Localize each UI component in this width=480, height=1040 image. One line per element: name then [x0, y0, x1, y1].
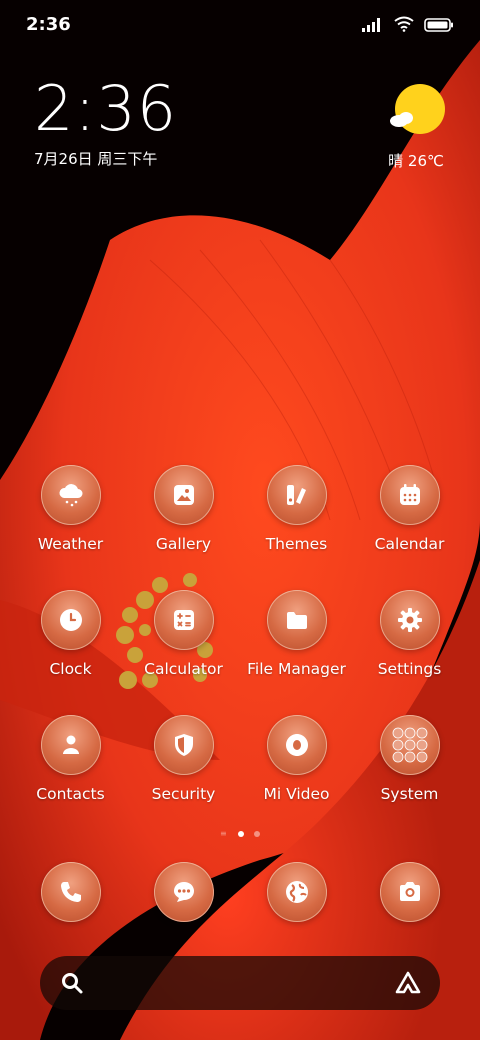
message-icon	[153, 862, 214, 922]
palette-icon	[266, 465, 327, 525]
app-label: Weather	[37, 535, 104, 553]
signal-icon	[362, 17, 384, 36]
clock-time: 2:36	[34, 72, 178, 145]
weather-text: 晴 26℃	[388, 152, 444, 170]
search-bar[interactable]	[40, 956, 440, 1010]
app-label: Security	[151, 785, 216, 803]
app-label: Calendar	[374, 535, 445, 553]
image-icon	[153, 465, 214, 525]
app-calculator[interactable]: Calculator	[127, 590, 240, 678]
folder-icon	[266, 590, 327, 650]
app-label: File Manager	[247, 660, 346, 678]
app-label: Mi Video	[263, 785, 330, 803]
page-indicator[interactable]: ≡	[0, 830, 480, 838]
clock-icon	[40, 590, 101, 650]
app-label: Calculator	[144, 660, 223, 678]
calculator-icon	[153, 590, 214, 650]
app-themes[interactable]: Themes	[240, 465, 353, 553]
camera-icon	[379, 862, 440, 922]
app-label: Settings	[377, 660, 442, 678]
app-system-folder[interactable]: System	[353, 715, 466, 803]
clock-widget[interactable]: 2:36 7月26日 周三下午	[34, 78, 177, 169]
app-file-manager[interactable]: File Manager	[240, 590, 353, 678]
browser-icon	[266, 862, 327, 922]
app-security[interactable]: Security	[127, 715, 240, 803]
app-gallery[interactable]: Gallery	[127, 465, 240, 553]
app-mi-video[interactable]: Mi Video	[240, 715, 353, 803]
gear-icon	[379, 590, 440, 650]
page-dot-active	[238, 831, 244, 837]
battery-icon	[424, 17, 454, 36]
app-label: Themes	[265, 535, 328, 553]
app-weather[interactable]: Weather	[14, 465, 127, 553]
dock-browser[interactable]	[240, 862, 353, 922]
calendar-icon	[379, 465, 440, 525]
dock-phone[interactable]	[14, 862, 127, 922]
app-clock[interactable]: Clock	[14, 590, 127, 678]
folder-grid-icon	[379, 715, 440, 775]
page-dot	[254, 831, 260, 837]
app-calendar[interactable]: Calendar	[353, 465, 466, 553]
app-settings[interactable]: Settings	[353, 590, 466, 678]
app-label: System	[380, 785, 439, 803]
clock-date: 7月26日 周三下午	[34, 150, 158, 168]
search-icon	[60, 971, 84, 999]
video-icon	[266, 715, 327, 775]
dock-messages[interactable]	[127, 862, 240, 922]
status-time: 2:36	[26, 14, 71, 35]
app-label: Gallery	[155, 535, 212, 553]
weather-widget[interactable]: 晴 26℃	[384, 84, 448, 171]
app-label: Clock	[49, 660, 92, 678]
status-bar: 2:36	[0, 0, 480, 50]
phone-icon	[40, 862, 101, 922]
app-contacts[interactable]: Contacts	[14, 715, 127, 803]
wifi-icon	[394, 16, 414, 36]
person-icon	[40, 715, 101, 775]
app-label: Contacts	[36, 785, 105, 803]
dock-camera[interactable]	[353, 862, 466, 922]
cloud-snow-icon	[40, 465, 101, 525]
shield-icon	[153, 715, 214, 775]
assistant-icon[interactable]	[394, 970, 422, 1000]
page-list-icon: ≡	[220, 829, 227, 838]
sunny-cloud-icon	[390, 84, 445, 134]
